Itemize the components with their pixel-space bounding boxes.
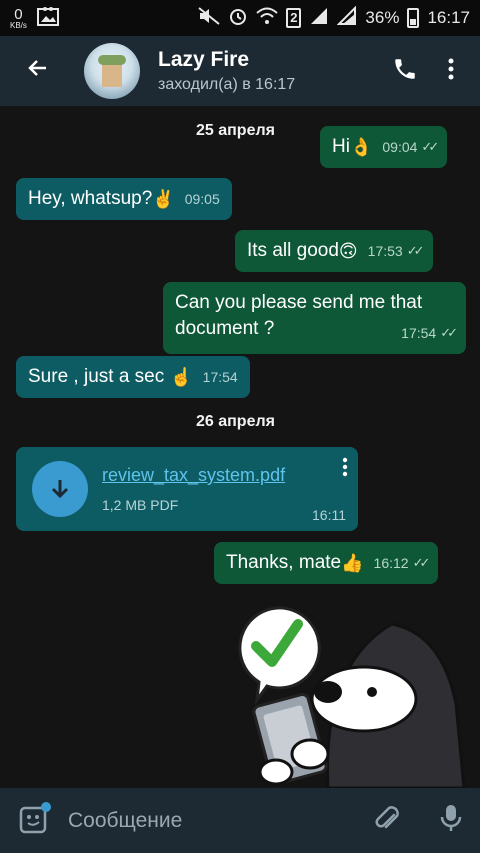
thumbs-up-emoji: 👍	[341, 553, 364, 573]
message-input-bar: Сообщение	[0, 788, 480, 853]
message-time: 16:12	[373, 555, 409, 571]
message-time: 17:54	[401, 325, 437, 341]
network-speed-unit: KB/s	[10, 20, 27, 30]
attach-paperclip-icon[interactable]	[374, 803, 400, 838]
read-check-icon: ✓✓	[440, 325, 458, 340]
message-time: 09:04	[382, 139, 418, 155]
message-outgoing[interactable]: Hi 👌 09:04 ✓✓	[320, 126, 448, 168]
file-menu-icon[interactable]	[342, 457, 348, 482]
message-time: 09:05	[184, 191, 220, 207]
message-outgoing[interactable]: Its all good 🙃 17:53 ✓✓	[235, 230, 433, 272]
sticker-emoji-icon[interactable]	[18, 801, 52, 840]
message-text: Thanks, mate	[226, 552, 342, 573]
contact-name: Lazy Fire	[158, 48, 250, 71]
contact-info[interactable]: Lazy Fire заходил(а) в 16:17	[158, 48, 295, 94]
message-text: Its all good	[247, 240, 339, 261]
message-input[interactable]: Сообщение	[68, 809, 182, 833]
read-check-icon: ✓✓	[406, 243, 425, 258]
upside-down-face-emoji: 🙃	[338, 241, 358, 261]
sim-badge: 2	[286, 8, 302, 28]
file-meta: 1,2 MB PDF	[102, 497, 179, 513]
victory-hand-emoji: ✌️	[152, 189, 175, 209]
read-check-icon: ✓✓	[421, 139, 439, 154]
message-text: Hey, whatsup?	[28, 188, 153, 209]
signal-icon-1	[309, 6, 329, 31]
chat-header: Lazy Fire заходил(а) в 16:17	[0, 36, 480, 106]
message-time: 16:11	[312, 507, 346, 523]
microphone-icon[interactable]	[440, 803, 462, 838]
more-options-icon[interactable]	[448, 57, 454, 86]
last-seen-status: заходил(а) в 16:17	[158, 76, 296, 93]
message-text: Hi	[332, 136, 350, 157]
alarm-icon	[228, 6, 248, 31]
network-speed-value: 0	[14, 5, 23, 23]
message-incoming[interactable]: Sure , just a sec ☝️ 17:54	[16, 356, 250, 398]
status-bar: 0 KB/s 2 36% 16:17	[0, 0, 480, 36]
message-text: Sure , just a sec	[28, 366, 165, 387]
pointing-up-emoji: ☝️	[170, 367, 193, 387]
mute-icon	[198, 6, 220, 30]
avatar[interactable]	[84, 43, 140, 99]
network-speed: 0 KB/s	[10, 7, 27, 30]
message-outgoing[interactable]: Can you please send me that document ? 1…	[163, 282, 466, 354]
phone-icon[interactable]	[392, 56, 418, 87]
file-message[interactable]: review_tax_system.pdf 1,2 MB PDF 16:11	[16, 447, 358, 531]
download-arrow-icon	[51, 480, 69, 499]
message-incoming[interactable]: Hey, whatsup? ✌️ 09:05	[16, 178, 232, 220]
message-time: 17:53	[367, 243, 403, 259]
file-name-link[interactable]: review_tax_system.pdf	[102, 465, 285, 486]
battery-percent: 36%	[365, 8, 400, 27]
wifi-icon	[256, 7, 278, 30]
chat-area[interactable]: 25 апреля Hi 👌 09:04 ✓✓ Hey, whatsup? ✌️…	[0, 106, 480, 790]
message-time: 17:54	[202, 369, 238, 385]
read-check-icon: ✓✓	[412, 555, 431, 570]
back-arrow-icon[interactable]	[0, 54, 76, 88]
sticker-hooded-dog[interactable]	[232, 604, 472, 793]
gallery-notification-icon	[36, 6, 59, 31]
date-separator: 26 апреля	[196, 413, 275, 430]
clock: 16:17	[427, 8, 470, 27]
ok-hand-emoji: 👌	[349, 137, 373, 157]
message-outgoing[interactable]: Thanks, mate 👍 16:12 ✓✓	[214, 542, 439, 584]
download-button[interactable]	[32, 461, 88, 517]
date-separator: 25 апреля	[196, 122, 275, 139]
battery-icon	[407, 8, 420, 28]
signal-icon-2	[337, 5, 357, 31]
